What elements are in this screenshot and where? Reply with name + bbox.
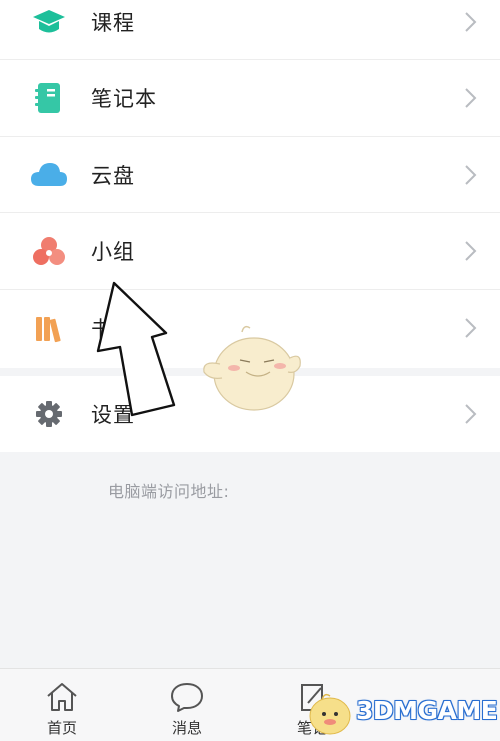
chevron-right-icon <box>465 241 477 261</box>
menu-item-group[interactable]: 小组 <box>0 213 500 289</box>
access-address-label: 电脑端访问地址: <box>108 482 230 501</box>
tab-label: 消息 <box>171 719 202 737</box>
menu-group: 课程 笔记本 云盘 小组 <box>0 0 500 368</box>
tab-label: 首页 <box>46 719 77 737</box>
menu-item-label: 云盘 <box>91 164 135 188</box>
menu-item-label: 小组 <box>91 240 135 264</box>
menu-item-cloud-disk[interactable]: 云盘 <box>0 137 500 213</box>
site-watermark: 3DMGAME <box>302 686 498 738</box>
chevron-right-icon <box>465 318 477 338</box>
annotation-arrow <box>96 281 176 417</box>
home-icon <box>47 683 77 711</box>
message-bubble-icon <box>171 683 203 712</box>
mascot-sticker <box>203 325 301 411</box>
menu-item-label: 笔记本 <box>91 87 157 111</box>
chevron-right-icon <box>465 165 477 185</box>
graduation-cap-icon <box>29 2 69 42</box>
tab-messages[interactable]: 消息 <box>137 669 237 741</box>
menu-item-courses[interactable]: 课程 <box>0 0 500 60</box>
tab-home[interactable]: 首页 <box>12 669 112 741</box>
menu-item-notebook[interactable]: 笔记本 <box>0 60 500 136</box>
chevron-right-icon <box>465 12 477 32</box>
watermark-text: 3DMGAME <box>356 696 498 725</box>
chevron-right-icon <box>465 404 477 424</box>
menu-item-label: 课程 <box>91 11 135 35</box>
watermark-mascot-icon <box>309 693 351 735</box>
gear-icon <box>29 394 69 434</box>
bookshelf-icon <box>29 308 69 348</box>
notebook-icon <box>29 78 69 118</box>
chevron-right-icon <box>465 88 477 108</box>
group-circles-icon <box>29 231 69 271</box>
cloud-icon <box>29 155 69 195</box>
app-screen: 课程 笔记本 云盘 小组 设置 电脑端访问地址: 首页 消息 笔记 3DMGAM… <box>0 0 500 741</box>
